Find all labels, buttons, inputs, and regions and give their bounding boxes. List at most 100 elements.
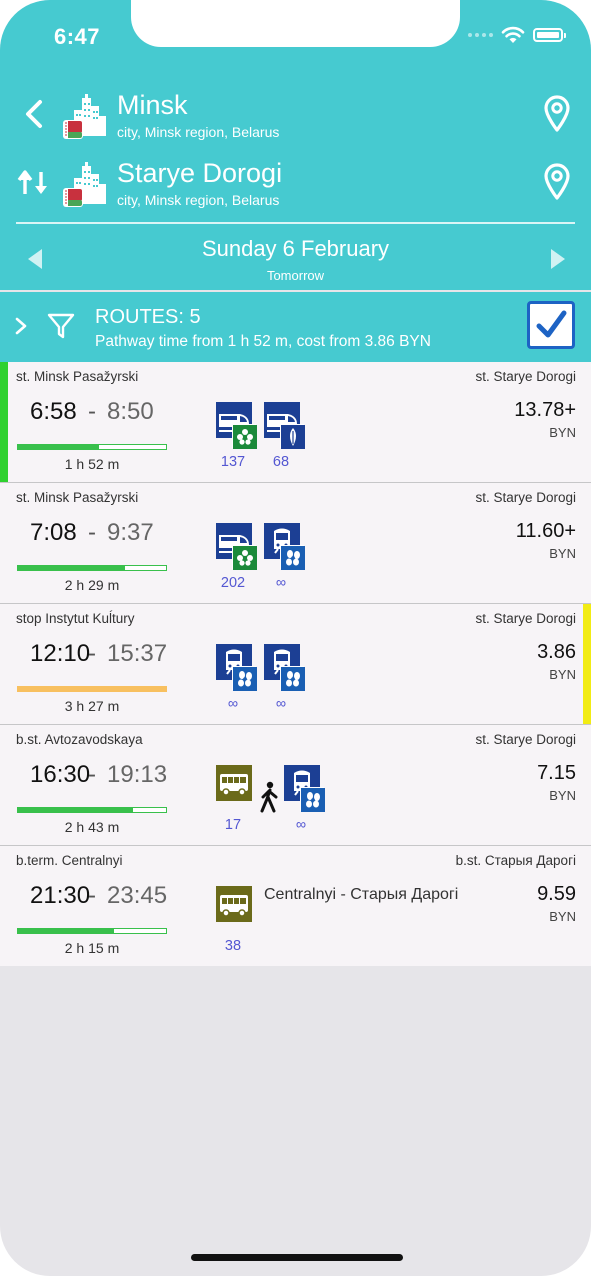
route-card[interactable]: b.term. Centralnyi b.st. Старыя Дарогі 2… <box>0 846 591 966</box>
route-card[interactable]: b.st. Avtozavodskaya st. Starye Dorogi 1… <box>0 725 591 846</box>
departure-stop: st. Minsk Pasažyrski <box>16 369 139 384</box>
city-buildings-icon <box>63 94 106 139</box>
blue-leaf-badge-icon <box>280 424 305 449</box>
time-separator: - <box>88 398 96 425</box>
origin-subtitle: city, Minsk region, Belarus <box>117 124 280 140</box>
arrival-stop: st. Starye Dorogi <box>475 369 576 384</box>
routes-checkbox[interactable] <box>527 301 575 349</box>
route-number-label[interactable]: 137 <box>215 454 251 470</box>
selected-date-relative: Tomorrow <box>266 268 325 283</box>
route-number-label[interactable]: ∞ <box>263 575 299 591</box>
blue-flower-badge-icon <box>280 666 305 691</box>
route-number-label[interactable]: ∞ <box>263 696 299 712</box>
destination-subtitle: city, Minsk region, Belarus <box>117 192 280 208</box>
duration-bar <box>17 565 167 571</box>
blue-flower-badge-icon <box>300 787 325 812</box>
trip-price: 7.15 <box>537 762 576 784</box>
trip-price: 11.60+ <box>515 520 576 542</box>
belarus-flag-icon <box>63 120 83 139</box>
trip-duration: 2 h 29 m <box>64 577 120 593</box>
bus-icon <box>216 765 252 801</box>
duration-bar-fill <box>18 929 115 933</box>
departure-stop: b.term. Centralnyi <box>16 853 123 868</box>
checkmark-icon <box>536 310 567 338</box>
belarus-flag-icon <box>63 188 83 207</box>
route-number-label[interactable]: 38 <box>215 938 251 954</box>
duration-bar-fill <box>18 445 100 449</box>
duration-bar <box>17 928 167 934</box>
selected-date[interactable]: Sunday 6 February <box>0 236 591 262</box>
back-chevron-icon[interactable] <box>20 94 50 134</box>
duration-bar <box>17 807 167 813</box>
route-list: st. Minsk Pasažyrski st. Starye Dorogi 6… <box>0 362 591 966</box>
price-currency: BYN <box>549 667 576 682</box>
time-separator: - <box>88 640 96 667</box>
next-day-arrow-icon[interactable] <box>549 248 567 270</box>
departure-time: 12:10 <box>30 640 91 667</box>
routes-count: ROUTES: 5 <box>95 306 201 328</box>
departure-stop: stop Instytut Kuĺtury <box>16 611 135 626</box>
time-separator: - <box>88 882 96 909</box>
arrival-time: 19:13 <box>107 761 168 788</box>
price-currency: BYN <box>549 425 576 440</box>
arrival-time: 9:37 <box>107 519 154 546</box>
best-price-indicator <box>583 604 591 724</box>
wifi-icon <box>501 26 525 43</box>
departure-stop: st. Minsk Pasažyrski <box>16 490 139 505</box>
trip-duration: 3 h 27 m <box>64 698 120 714</box>
route-card[interactable]: stop Instytut Kuĺtury st. Starye Dorogi … <box>0 604 591 725</box>
app-screen: 6:47 Minsk city, Minsk region, Belarus S… <box>0 0 591 1276</box>
arrival-stop: b.st. Старыя Дарогі <box>455 853 576 868</box>
price-currency: BYN <box>549 546 576 561</box>
route-card[interactable]: st. Minsk Pasažyrski st. Starye Dorogi 7… <box>0 483 591 604</box>
swap-arrows-icon[interactable] <box>16 166 50 200</box>
duration-bar-fill <box>18 687 166 691</box>
trip-duration: 2 h 15 m <box>64 940 120 956</box>
city-buildings-icon <box>63 162 106 207</box>
arrival-stop: st. Starye Dorogi <box>475 732 576 747</box>
departure-time: 7:08 <box>30 519 77 546</box>
blue-flower-badge-icon <box>280 545 305 570</box>
status-indicators <box>468 26 566 44</box>
route-search-header: 6:47 Minsk city, Minsk region, Belarus S… <box>0 0 591 290</box>
filter-funnel-icon[interactable] <box>47 312 75 340</box>
blue-flower-badge-icon <box>232 666 257 691</box>
arrival-stop: st. Starye Dorogi <box>475 490 576 505</box>
routes-summary-text: Pathway time from 1 h 52 m, cost from 3.… <box>95 333 431 350</box>
arrival-time: 15:37 <box>107 640 168 667</box>
duration-bar <box>17 444 167 450</box>
expand-chevron-icon[interactable] <box>12 314 30 338</box>
departure-stop: b.st. Avtozavodskaya <box>16 732 143 747</box>
battery-icon <box>533 28 566 42</box>
duration-bar-fill <box>18 566 125 570</box>
trip-price: 9.59 <box>537 883 576 905</box>
trip-duration: 1 h 52 m <box>64 456 120 472</box>
home-indicator[interactable] <box>191 1254 403 1261</box>
routes-summary-bar[interactable]: ROUTES: 5 Pathway time from 1 h 52 m, co… <box>0 292 591 362</box>
route-number-label[interactable]: 17 <box>215 817 251 833</box>
route-number-label[interactable]: ∞ <box>283 817 319 833</box>
arrival-time: 23:45 <box>107 882 168 909</box>
arrival-time: 8:50 <box>107 398 154 425</box>
walk-icon <box>258 781 280 813</box>
time-separator: - <box>88 519 96 546</box>
duration-bar <box>17 686 167 692</box>
green-flower-badge-icon <box>232 424 257 449</box>
bus-icon <box>216 886 252 922</box>
departure-time: 21:30 <box>30 882 91 909</box>
route-number-label[interactable]: 202 <box>215 575 251 591</box>
route-name: Centralnyi - Старыя Дарогі <box>264 886 459 903</box>
price-currency: BYN <box>549 788 576 803</box>
origin-name: Minsk <box>117 90 188 120</box>
route-card[interactable]: st. Minsk Pasažyrski st. Starye Dorogi 6… <box>0 362 591 483</box>
route-number-label[interactable]: ∞ <box>215 696 251 712</box>
origin-location-pin-icon[interactable] <box>542 94 572 132</box>
trip-duration: 2 h 43 m <box>64 819 120 835</box>
trip-price: 13.78+ <box>514 399 576 421</box>
destination-name: Starye Dorogi <box>117 158 283 188</box>
destination-location-pin-icon[interactable] <box>542 162 572 200</box>
header-divider <box>16 222 575 224</box>
route-number-label[interactable]: 68 <box>263 454 299 470</box>
origin-row[interactable]: Minsk city, Minsk region, Belarus <box>0 88 591 144</box>
destination-row[interactable]: Starye Dorogi city, Minsk region, Belaru… <box>0 156 591 212</box>
